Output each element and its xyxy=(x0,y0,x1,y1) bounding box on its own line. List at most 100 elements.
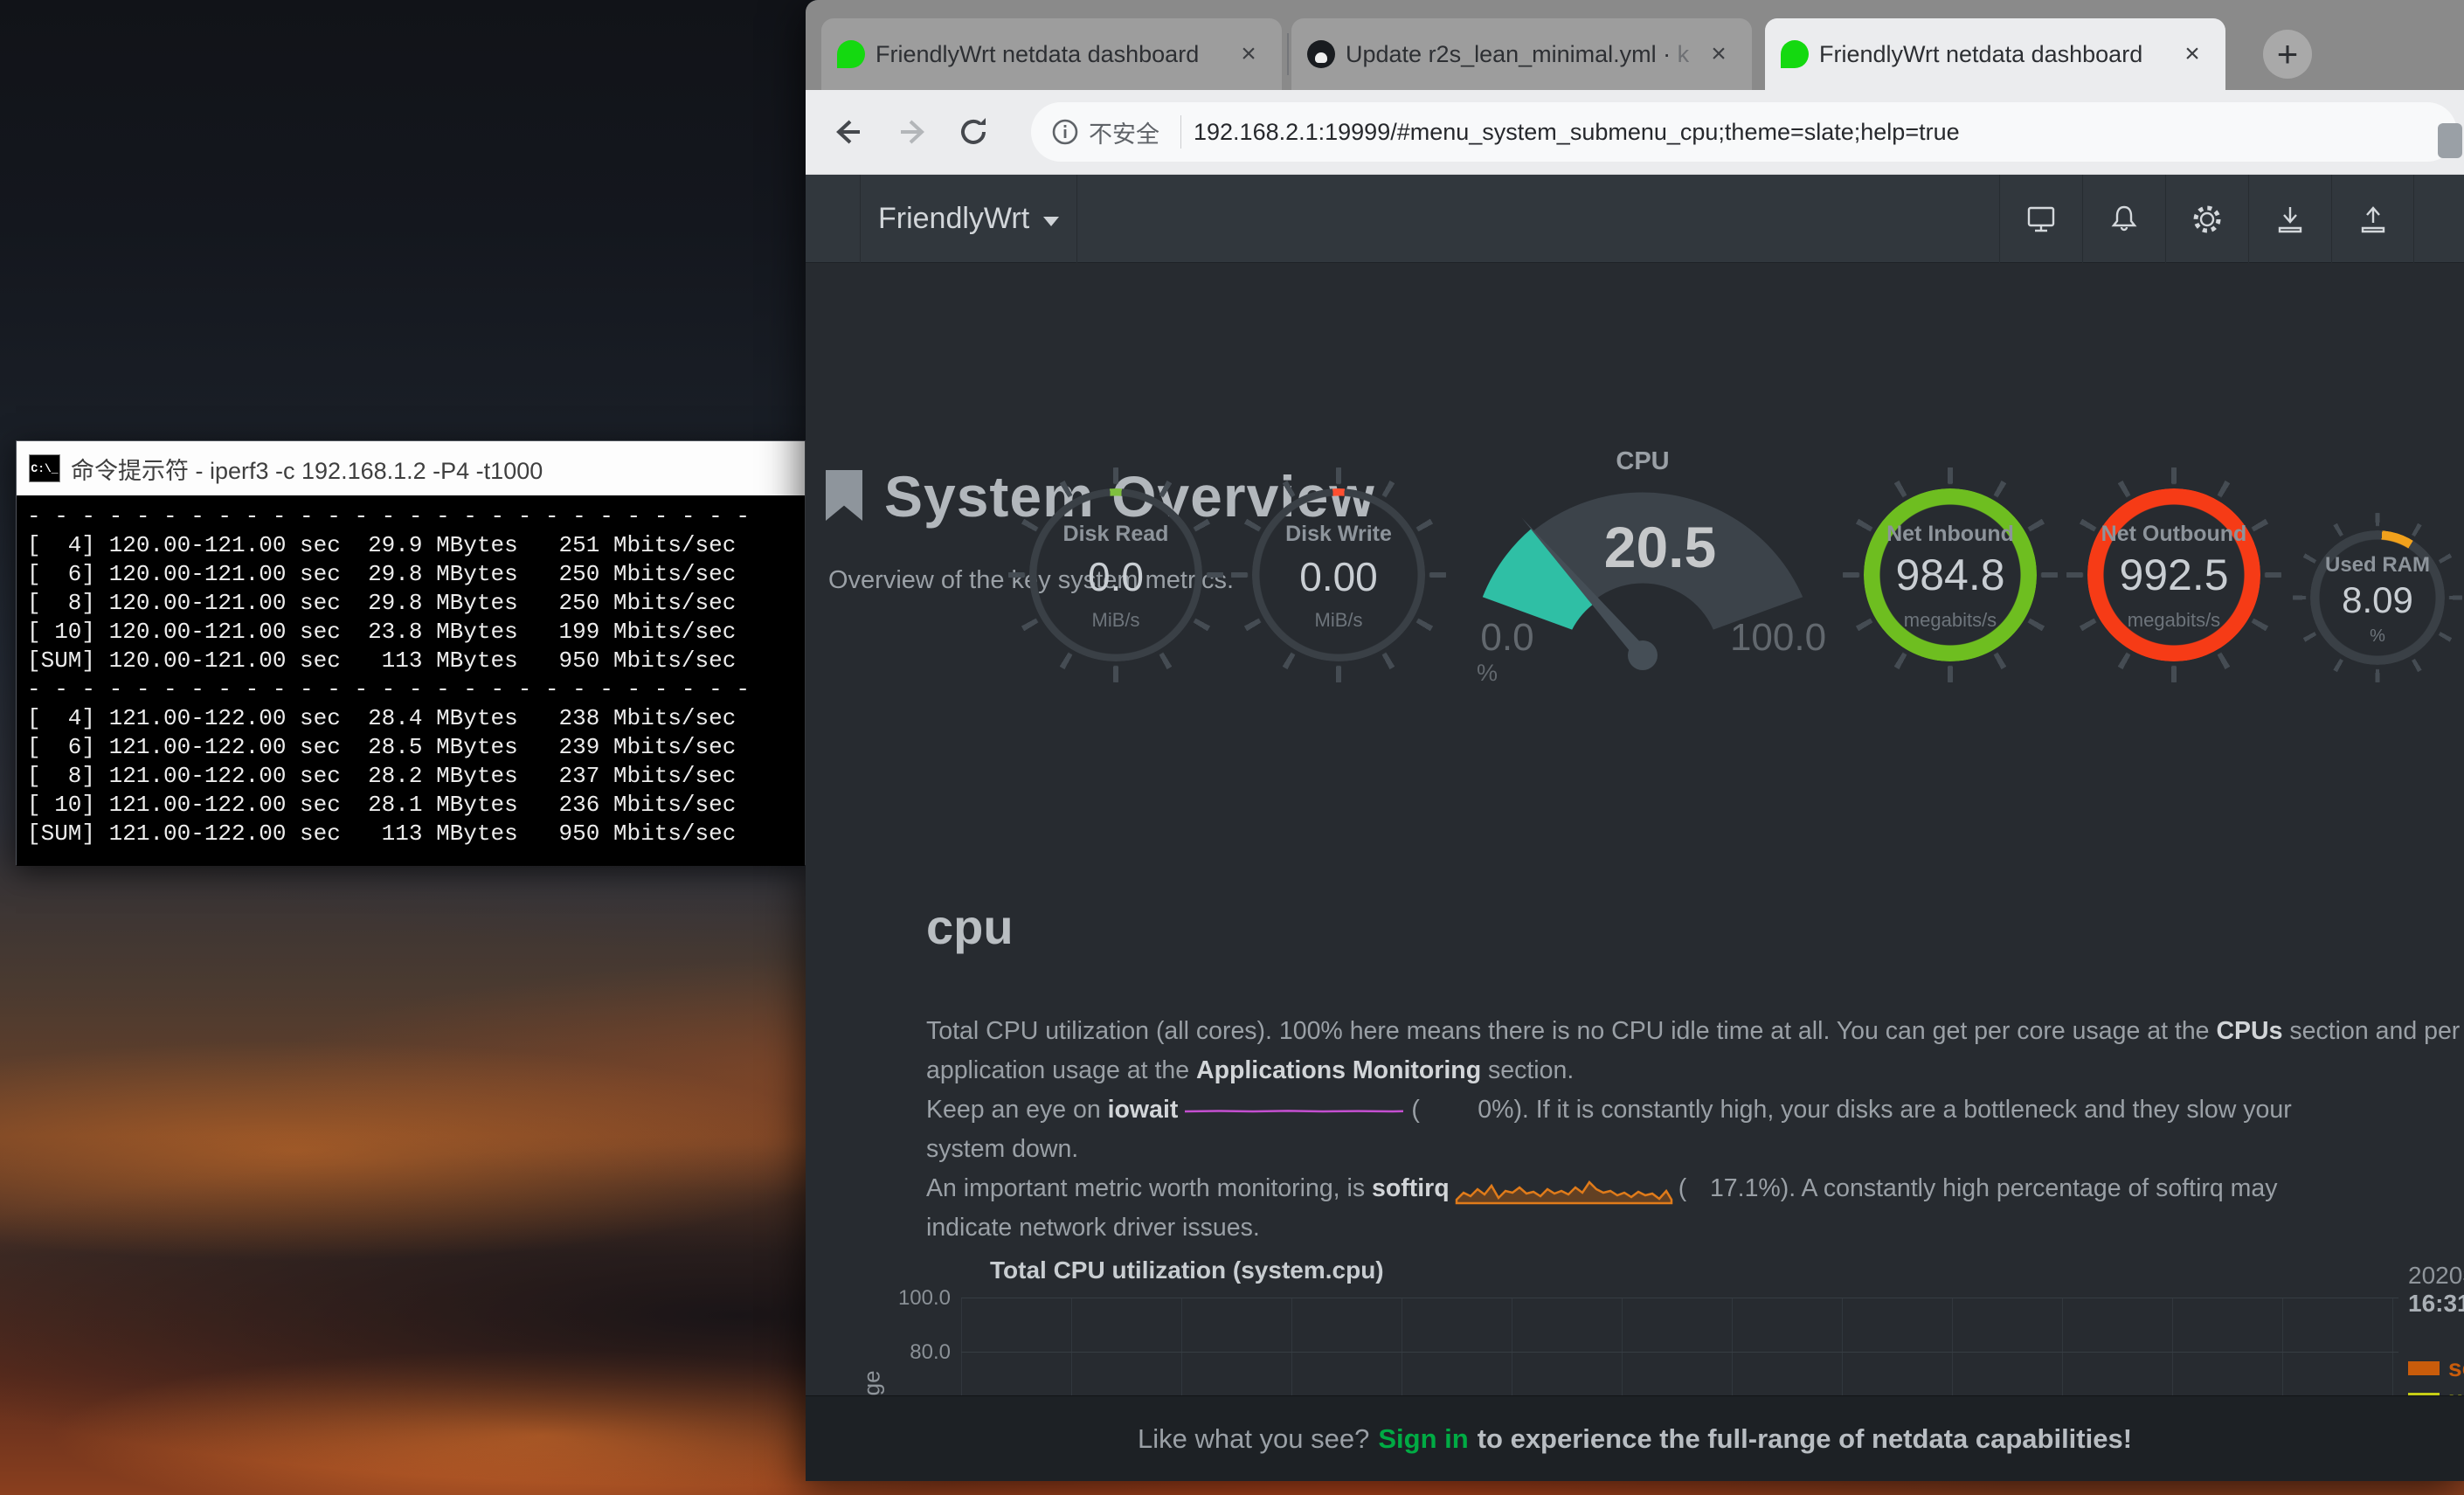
gauge-cpu[interactable]: CPU 20.5 0.0 100.0 % xyxy=(1450,446,1835,708)
tab-close-icon[interactable]: × xyxy=(1701,37,1736,72)
iowait-value: 0%). xyxy=(1420,1090,1529,1130)
chart-time: 16:31:2 xyxy=(2408,1290,2464,1318)
alarms-button[interactable] xyxy=(2082,175,2164,263)
url-divider xyxy=(1180,115,1181,149)
tab-separator xyxy=(1287,33,1289,75)
terminal-separator: - - - - - - - - - - - - - - - - - - - - … xyxy=(27,502,794,531)
my-netdata-screen-button[interactable] xyxy=(1999,175,2081,263)
text-line: system down. xyxy=(926,1130,2464,1169)
terminal-row: [ 10] 121.00-122.00 sec 28.1 MBytes 236 … xyxy=(27,791,794,820)
gauge-unit: % xyxy=(2310,626,2445,647)
gauge-net-outbound[interactable]: Net Outbound 992.5 megabits/s xyxy=(2087,488,2260,661)
github-favicon-icon xyxy=(1307,40,1335,68)
tab-friendlywrt-netdata-1[interactable]: FriendlyWrt netdata dashboard × xyxy=(821,18,1282,90)
gauge-value: 992.5 xyxy=(2087,550,2260,600)
settings-button[interactable] xyxy=(2165,175,2247,263)
gauge-unit: MiB/s xyxy=(1252,609,1425,632)
gauge-label: Disk Write xyxy=(1252,522,1425,547)
gauge-label: Net Inbound xyxy=(1864,522,2037,547)
export-button[interactable] xyxy=(2331,175,2413,263)
gauge-value: 8.09 xyxy=(2310,579,2445,621)
terminal-row: [SUM] 121.00-122.00 sec 113 MBytes 950 M… xyxy=(27,820,794,848)
tab-close-icon[interactable]: × xyxy=(2175,37,2210,72)
address-bar[interactable]: 不安全 192.168.2.1:19999/#menu_system_subme… xyxy=(1031,102,2457,162)
info-icon[interactable] xyxy=(1050,117,1080,147)
gauge-value: 0.00 xyxy=(1252,553,1425,600)
gauge-value: 984.8 xyxy=(1864,550,2037,600)
signin-message: Like what you see?Sign into experience t… xyxy=(1138,1423,2132,1455)
text-line: application usage at the Applications Mo… xyxy=(926,1051,2464,1090)
reload-button[interactable] xyxy=(947,106,1000,158)
softirq-sparkline xyxy=(1455,1170,1673,1205)
upload-icon xyxy=(2356,202,2391,237)
security-label[interactable]: 不安全 xyxy=(1089,115,1159,149)
gauge-unit: megabits/s xyxy=(1864,609,2037,632)
terminal-window[interactable]: C:\_ 命令提示符 - iperf3 -c 192.168.1.2 -P4 -… xyxy=(16,440,806,865)
terminal-titlebar[interactable]: C:\_ 命令提示符 - iperf3 -c 192.168.1.2 -P4 -… xyxy=(17,441,805,495)
legend-item-softirq[interactable]: softirq xyxy=(2408,1354,2464,1382)
gauge-label: Used RAM xyxy=(2310,553,2445,578)
download-icon xyxy=(2273,202,2308,237)
gauge-value: 0.0 xyxy=(1029,553,1202,600)
gauge-unit: MiB/s xyxy=(1029,609,1202,632)
text-line: Total CPU utilization (all cores). 100% … xyxy=(926,1012,2464,1051)
gauge-net-inbound[interactable]: Net Inbound 984.8 megabits/s xyxy=(1864,488,2037,661)
gauge-label: Net Outbound xyxy=(2087,522,2260,547)
cpus-link[interactable]: CPUs xyxy=(2216,1017,2282,1045)
import-button[interactable] xyxy=(2248,175,2330,263)
netdata-favicon-icon xyxy=(837,40,865,68)
chevron-down-icon xyxy=(1043,217,1059,226)
browser-window: FriendlyWrt netdata dashboard × Update r… xyxy=(806,0,2464,1481)
tab-close-icon[interactable]: × xyxy=(1231,37,1266,72)
bookmark-icon xyxy=(826,470,862,521)
terminal-row: [ 4] 120.00-121.00 sec 29.9 MBytes 251 M… xyxy=(27,531,794,560)
terminal-row: [ 6] 120.00-121.00 sec 29.8 MBytes 250 M… xyxy=(27,560,794,589)
hostname-dropdown[interactable]: FriendlyWrt xyxy=(860,175,1077,263)
url-text[interactable]: 192.168.2.1:19999/#menu_system_submenu_c… xyxy=(1194,119,1960,146)
terminal-row: [ 6] 121.00-122.00 sec 28.5 MBytes 239 M… xyxy=(27,733,794,762)
chart-date: 2020年3 xyxy=(2408,1256,2464,1291)
tab-title: Update r2s_lean_minimal.yml · k xyxy=(1346,41,1689,68)
signin-banner: Like what you see?Sign into experience t… xyxy=(806,1395,2464,1481)
desktop-wallpaper: C:\_ 命令提示符 - iperf3 -c 192.168.1.2 -P4 -… xyxy=(0,0,2464,1495)
tab-title: FriendlyWrt netdata dashboard xyxy=(876,41,1219,68)
gauge-disk-read[interactable]: Disk Read 0.0 MiB/s xyxy=(1029,488,1202,661)
applications-monitoring-link[interactable]: Applications Monitoring xyxy=(1196,1056,1481,1084)
clipped-header-button[interactable] xyxy=(2413,175,2464,263)
bell-icon xyxy=(2107,202,2142,237)
softirq-value: 17.1%). xyxy=(1686,1169,1796,1208)
gauge-unit: % xyxy=(1461,660,1513,687)
tab-title: FriendlyWrt netdata dashboard xyxy=(1819,41,2163,68)
terminal-row: [ 8] 121.00-122.00 sec 28.2 MBytes 237 M… xyxy=(27,762,794,791)
clipped-toolbar-icon[interactable] xyxy=(2438,123,2462,158)
terminal-title: 命令提示符 - iperf3 -c 192.168.1.2 -P4 -t1000 xyxy=(71,452,543,486)
monitor-icon xyxy=(2024,202,2059,237)
chart-title: Total CPU utilization (system.cpu) xyxy=(990,1256,1384,1284)
legend-swatch xyxy=(2408,1361,2440,1375)
gauge-min: 0.0 xyxy=(1455,616,1560,660)
browser-toolbar: 不安全 192.168.2.1:19999/#menu_system_subme… xyxy=(806,90,2464,175)
cmd-prompt-icon: C:\_ xyxy=(29,454,60,482)
text-line: An important metric worth monitoring, is… xyxy=(926,1169,2464,1208)
netdata-favicon-icon xyxy=(1781,40,1809,68)
tab-friendlywrt-netdata-2-active[interactable]: FriendlyWrt netdata dashboard × xyxy=(1765,18,2225,90)
sign-in-link[interactable]: Sign in xyxy=(1378,1423,1468,1454)
gauge-disk-write[interactable]: Disk Write 0.00 MiB/s xyxy=(1252,488,1425,661)
terminal-row: [ 4] 121.00-122.00 sec 28.4 MBytes 238 M… xyxy=(27,704,794,733)
tab-github-update[interactable]: Update r2s_lean_minimal.yml · k × xyxy=(1291,18,1752,90)
browser-tabstrip: FriendlyWrt netdata dashboard × Update r… xyxy=(806,0,2464,90)
gauge-label: CPU xyxy=(1555,447,1730,476)
cpu-section-text: Total CPU utilization (all cores). 100% … xyxy=(926,1012,2464,1248)
netdata-page: FriendlyWrt xyxy=(806,175,2464,1481)
terminal-row: [ 10] 120.00-121.00 sec 23.8 MBytes 199 … xyxy=(27,618,794,647)
new-tab-button[interactable]: + xyxy=(2263,30,2312,79)
back-button[interactable] xyxy=(820,106,872,158)
gauge-unit: megabits/s xyxy=(2087,609,2260,632)
forward-button[interactable] xyxy=(889,106,941,158)
gear-icon xyxy=(2190,202,2225,237)
gauge-used-ram[interactable]: Used RAM 8.09 % xyxy=(2310,530,2445,665)
gauge-max: 100.0 xyxy=(1726,616,1831,660)
terminal-row: [ 8] 120.00-121.00 sec 29.8 MBytes 250 M… xyxy=(27,589,794,618)
gauge-value: 20.5 xyxy=(1573,514,1748,580)
terminal-separator: - - - - - - - - - - - - - - - - - - - - … xyxy=(27,675,794,704)
